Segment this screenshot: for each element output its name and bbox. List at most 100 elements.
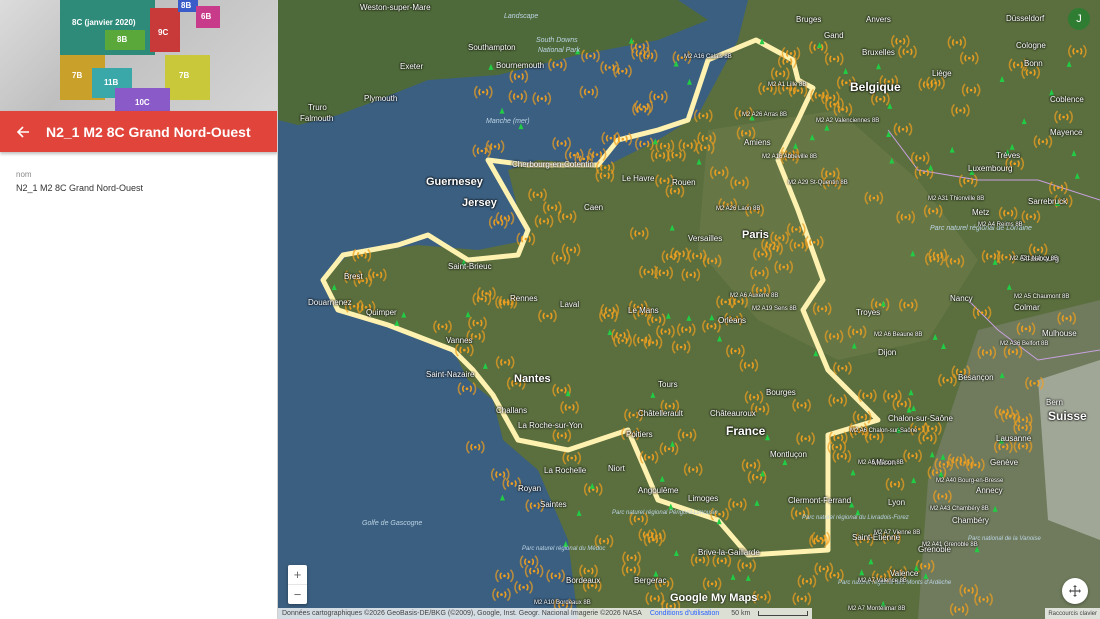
signal-marker-icon[interactable]: [1068, 44, 1087, 58]
signal-marker-icon[interactable]: [792, 592, 812, 606]
signal-marker-icon[interactable]: [832, 449, 852, 463]
signal-marker-icon[interactable]: [561, 243, 581, 257]
signal-marker-icon[interactable]: [810, 88, 829, 102]
signal-marker-icon[interactable]: [737, 558, 756, 573]
signal-marker-icon[interactable]: [928, 248, 948, 262]
keyboard-shortcuts-button[interactable]: Raccourcis clavier: [1045, 608, 1100, 619]
signal-marker-icon[interactable]: [635, 137, 654, 151]
signal-marker-icon[interactable]: [579, 85, 599, 99]
signal-marker-icon[interactable]: [933, 489, 952, 503]
signal-marker-icon[interactable]: [532, 92, 552, 106]
signal-marker-icon[interactable]: [465, 440, 485, 454]
site-pin-icon[interactable]: [880, 300, 886, 307]
site-pin-icon[interactable]: [940, 453, 946, 460]
signal-marker-icon[interactable]: [562, 451, 582, 465]
signal-marker-icon[interactable]: [910, 151, 930, 165]
signal-marker-icon[interactable]: [885, 477, 905, 491]
signal-marker-icon[interactable]: [828, 393, 848, 407]
signal-marker-icon[interactable]: [631, 46, 651, 60]
site-pin-icon[interactable]: [576, 509, 582, 516]
signal-marker-icon[interactable]: [896, 210, 915, 224]
signal-marker-icon[interactable]: [1033, 135, 1053, 149]
signal-marker-icon[interactable]: [621, 563, 641, 577]
signal-marker-icon[interactable]: [744, 390, 764, 404]
site-pin-icon[interactable]: [928, 164, 934, 171]
site-pin-icon[interactable]: [910, 250, 916, 257]
signal-marker-icon[interactable]: [595, 161, 615, 175]
signal-marker-icon[interactable]: [524, 564, 544, 578]
signal-marker-icon[interactable]: [629, 226, 649, 241]
site-pin-icon[interactable]: [923, 572, 929, 579]
site-pin-icon[interactable]: [730, 573, 736, 580]
site-pin-icon[interactable]: [488, 63, 494, 70]
signal-marker-icon[interactable]: [534, 214, 554, 228]
signal-marker-icon[interactable]: [632, 333, 652, 347]
site-pin-icon[interactable]: [668, 503, 674, 510]
signal-marker-icon[interactable]: [643, 335, 663, 350]
signal-marker-icon[interactable]: [492, 588, 511, 602]
signal-marker-icon[interactable]: [883, 389, 902, 403]
site-pin-icon[interactable]: [949, 146, 955, 153]
signal-marker-icon[interactable]: [693, 109, 713, 123]
site-pin-icon[interactable]: [1009, 143, 1015, 150]
signal-marker-icon[interactable]: [998, 206, 1018, 220]
signal-marker-icon[interactable]: [852, 410, 872, 424]
signal-marker-icon[interactable]: [951, 103, 970, 117]
site-pin-icon[interactable]: [754, 499, 760, 506]
signal-marker-icon[interactable]: [730, 176, 749, 190]
signal-marker-icon[interactable]: [595, 169, 615, 183]
site-pin-icon[interactable]: [669, 224, 675, 231]
signal-marker-icon[interactable]: [781, 46, 801, 61]
signal-marker-icon[interactable]: [753, 247, 772, 261]
signal-marker-icon[interactable]: [630, 40, 650, 54]
site-pin-icon[interactable]: [665, 312, 671, 319]
signal-marker-icon[interactable]: [655, 139, 675, 153]
signal-marker-icon[interactable]: [797, 574, 817, 588]
site-pin-icon[interactable]: [999, 372, 1005, 379]
signal-marker-icon[interactable]: [824, 52, 844, 66]
signal-marker-icon[interactable]: [538, 309, 557, 323]
site-pin-icon[interactable]: [793, 142, 799, 149]
zoom-in-button[interactable]: +: [288, 565, 307, 584]
site-pin-icon[interactable]: [659, 475, 665, 482]
signal-marker-icon[interactable]: [677, 428, 697, 442]
signal-marker-icon[interactable]: [490, 467, 510, 482]
signal-marker-icon[interactable]: [924, 252, 944, 266]
signal-marker-icon[interactable]: [977, 345, 997, 360]
site-pin-icon[interactable]: [843, 68, 849, 75]
signal-marker-icon[interactable]: [777, 54, 797, 69]
site-pin-icon[interactable]: [1066, 60, 1072, 67]
signal-marker-icon[interactable]: [786, 222, 806, 236]
site-pin-icon[interactable]: [745, 574, 751, 581]
site-pin-icon[interactable]: [851, 342, 857, 349]
fullscreen-button[interactable]: [1062, 578, 1088, 604]
signal-marker-icon[interactable]: [966, 458, 985, 472]
signal-marker-icon[interactable]: [551, 251, 571, 265]
site-pin-icon[interactable]: [911, 405, 917, 412]
signal-marker-icon[interactable]: [899, 298, 918, 312]
signal-marker-icon[interactable]: [667, 148, 686, 162]
signal-marker-icon[interactable]: [548, 58, 567, 72]
signal-marker-icon[interactable]: [671, 340, 691, 354]
signal-marker-icon[interactable]: [552, 429, 572, 443]
signal-marker-icon[interactable]: [433, 320, 452, 334]
signal-marker-icon[interactable]: [789, 238, 809, 252]
signal-marker-icon[interactable]: [455, 343, 474, 357]
signal-marker-icon[interactable]: [1021, 66, 1041, 80]
signal-marker-icon[interactable]: [514, 580, 533, 594]
site-pin-icon[interactable]: [809, 134, 815, 141]
signal-marker-icon[interactable]: [891, 34, 910, 48]
signal-marker-icon[interactable]: [792, 398, 811, 412]
signal-marker-icon[interactable]: [864, 191, 884, 205]
signal-marker-icon[interactable]: [468, 316, 487, 330]
site-pin-icon[interactable]: [709, 314, 715, 321]
signal-marker-icon[interactable]: [958, 174, 978, 188]
zoom-out-button[interactable]: −: [288, 584, 307, 604]
signal-marker-icon[interactable]: [473, 85, 493, 99]
site-pin-icon[interactable]: [764, 434, 770, 441]
signal-marker-icon[interactable]: [650, 148, 670, 163]
site-pin-icon[interactable]: [859, 569, 865, 576]
signal-marker-icon[interactable]: [1048, 181, 1068, 195]
site-pin-icon[interactable]: [650, 391, 656, 398]
signal-marker-icon[interactable]: [552, 136, 571, 151]
